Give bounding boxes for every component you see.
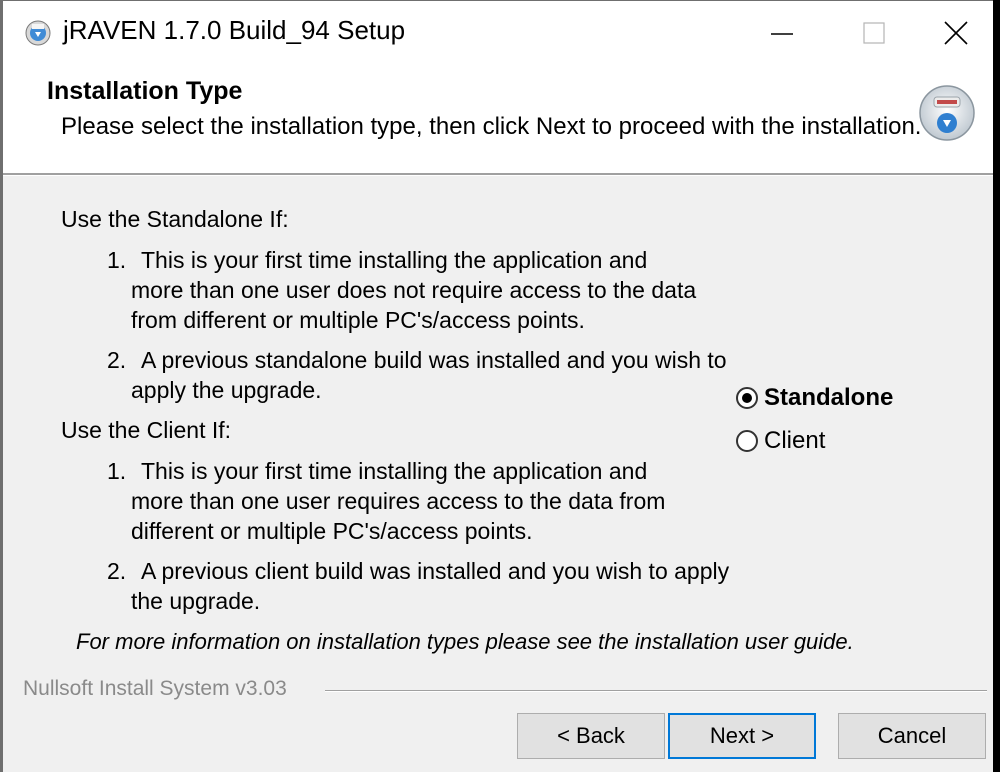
back-button[interactable]: < Back xyxy=(517,713,665,759)
list-line: A previous standalone build was installe… xyxy=(141,347,727,373)
list-line: more than one user does not require acce… xyxy=(131,277,697,303)
list-line: the upgrade. xyxy=(131,588,261,614)
footer-divider xyxy=(325,690,987,692)
cancel-button[interactable]: Cancel xyxy=(838,713,986,759)
list-line: from different or multiple PC's/access p… xyxy=(131,307,585,333)
list-line: different or multiple PC's/access points… xyxy=(131,518,533,544)
list-number: 1. xyxy=(107,247,127,273)
minimize-button[interactable] xyxy=(735,1,827,63)
list-number: 2. xyxy=(107,558,127,584)
installer-disc-icon xyxy=(917,83,977,143)
standalone-heading: Use the Standalone If: xyxy=(61,206,289,232)
minimize-icon xyxy=(771,33,793,35)
title-bar[interactable]: jRAVEN 1.7.0 Build_94 Setup xyxy=(3,1,993,63)
close-button[interactable] xyxy=(919,1,993,63)
list-number: 1. xyxy=(107,458,127,484)
window-title: jRAVEN 1.7.0 Build_94 Setup xyxy=(63,15,406,45)
list-number: 2. xyxy=(107,347,127,373)
header-divider xyxy=(3,173,993,176)
standalone-radio-label[interactable]: Standalone xyxy=(764,384,893,412)
client-heading: Use the Client If: xyxy=(61,417,232,443)
maximize-icon xyxy=(863,22,885,44)
radio-selected-indicator[interactable] xyxy=(736,387,758,409)
radio-unselected-indicator[interactable] xyxy=(736,430,758,452)
standalone-radio[interactable]: Standalone xyxy=(736,384,893,412)
installer-brand: Nullsoft Install System v3.03 xyxy=(23,677,287,700)
info-footnote: For more information on installation typ… xyxy=(76,629,854,654)
list-line: A previous client build was installed an… xyxy=(141,558,730,584)
list-line: This is your first time installing the a… xyxy=(141,458,648,484)
client-radio-label[interactable]: Client xyxy=(764,427,825,455)
page-title: Installation Type xyxy=(47,77,243,105)
client-radio[interactable]: Client xyxy=(736,427,825,455)
list-line: This is your first time installing the a… xyxy=(141,247,648,273)
page-header: Installation Type Please select the inst… xyxy=(3,63,993,173)
setup-disc-icon xyxy=(25,20,51,46)
maximize-button[interactable] xyxy=(827,1,919,63)
page-subtitle: Please select the installation type, the… xyxy=(61,113,922,140)
installer-window: jRAVEN 1.7.0 Build_94 Setup Installation… xyxy=(0,0,993,772)
list-line: apply the upgrade. xyxy=(131,377,322,403)
close-icon xyxy=(944,21,968,45)
next-button[interactable]: Next > xyxy=(668,713,816,759)
list-line: more than one user requires access to th… xyxy=(131,488,666,514)
